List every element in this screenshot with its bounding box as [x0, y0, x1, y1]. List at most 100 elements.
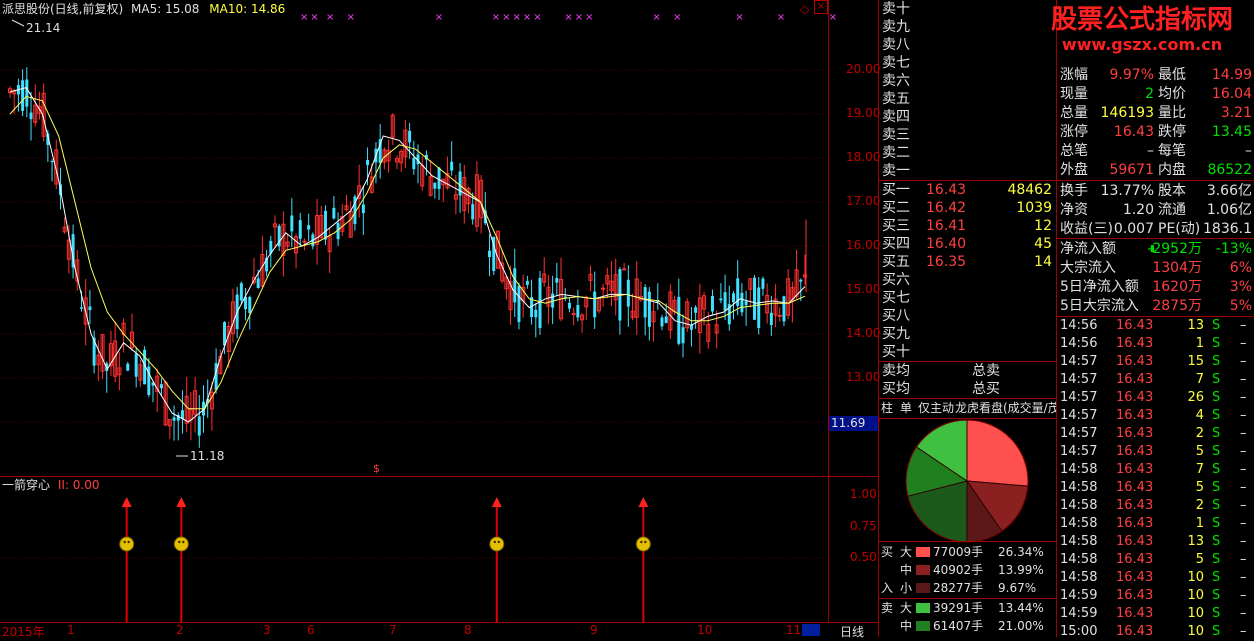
sell-level-label: 卖一 — [882, 163, 910, 179]
tick-price: 16.43 — [1116, 516, 1154, 531]
buy-level-row[interactable]: 买五 16.35 14 — [880, 253, 1056, 271]
candle-body — [517, 285, 521, 323]
coin-eye — [182, 540, 185, 544]
flow-label: 5日大宗流入 — [1060, 298, 1139, 314]
buy-level-row[interactable]: 买八 — [880, 307, 1056, 325]
period-label[interactable]: 日线 — [840, 623, 864, 640]
sell-level-row[interactable]: 卖七 — [880, 54, 1056, 72]
candle-body — [134, 353, 138, 377]
buy-level-price: 16.35 — [926, 254, 967, 270]
flow-percent: 5% — [1229, 298, 1252, 314]
legend-swatch — [916, 603, 930, 613]
sell-level-row[interactable]: 卖六 — [880, 72, 1056, 90]
tick-time: 14:58 — [1060, 534, 1098, 549]
total-sell-label: 总卖 — [972, 363, 1000, 379]
tick-row: 14:58 16.43 2 S – — [1058, 497, 1254, 515]
kline-panel[interactable]: 派思股份(日线,前复权) MA5: 15.08 MA10: 14.86 21.1… — [0, 0, 837, 476]
coin-face-icon — [489, 536, 505, 552]
date-label: 2 — [176, 623, 184, 637]
tick-dash: – — [1240, 624, 1247, 639]
tab-active-only[interactable]: 仅主动 — [918, 399, 954, 418]
candle-body — [88, 306, 92, 311]
candle-body — [694, 307, 698, 313]
sell-level-row[interactable]: 卖二 — [880, 144, 1056, 162]
buy-level-row[interactable]: 买九 — [880, 325, 1056, 343]
quote-label: 涨停 — [1060, 124, 1088, 140]
indicator-tick-2: 0.75 — [850, 519, 877, 533]
sell-level-row[interactable]: 卖三 — [880, 126, 1056, 144]
sell-level-label: 卖四 — [882, 109, 910, 125]
tick-row: 14:58 16.43 7 S – — [1058, 461, 1254, 479]
buy-level-row[interactable]: 买一 16.43 48462 — [880, 181, 1056, 199]
sell-level-row[interactable]: 卖五 — [880, 90, 1056, 108]
candle-body — [248, 296, 252, 313]
tick-dash: – — [1240, 498, 1247, 513]
tab-single[interactable]: 单 — [900, 399, 912, 418]
candle-body — [172, 417, 176, 421]
mag-markers: ×× × × × ××××× ××× × × × × × — [300, 12, 839, 23]
avg-sell-label: 卖均 — [882, 363, 910, 379]
tick-row: 14:57 16.43 15 S – — [1058, 353, 1254, 371]
price-tick: 19.00 — [846, 106, 881, 120]
tick-dash: – — [1240, 444, 1247, 459]
candle-body — [664, 316, 668, 324]
buy-level-row[interactable]: 买三 16.41 12 — [880, 217, 1056, 235]
tick-price: 16.43 — [1116, 390, 1154, 405]
sell-level-row[interactable]: 卖四 — [880, 108, 1056, 126]
scroll-handle[interactable] — [802, 624, 820, 636]
kline-chart[interactable] — [0, 0, 828, 476]
quote-label: 现量 — [1060, 86, 1088, 102]
tick-dash: – — [1240, 480, 1247, 495]
indicator-tick-1: 1.00 — [850, 487, 877, 501]
signal-arrow — [638, 497, 649, 507]
tick-time: 14:56 — [1060, 336, 1098, 351]
indicator-panel[interactable]: 一箭穿心 II: 0.00 — [0, 477, 828, 622]
buy-level-row[interactable]: 买七 — [880, 289, 1056, 307]
buy-level-row[interactable]: 买十 — [880, 343, 1056, 361]
signal-arrow — [121, 497, 132, 507]
buy-level-row[interactable]: 买四 16.40 45 — [880, 235, 1056, 253]
sell-level-label: 卖七 — [882, 55, 910, 71]
tick-row: 15:00 16.43 10 S – — [1058, 623, 1254, 641]
tick-side: S — [1212, 606, 1221, 621]
tick-side: S — [1212, 534, 1221, 549]
coin-eye — [644, 540, 647, 544]
buy-level-volume: 1039 — [1016, 200, 1052, 216]
buy-level-volume: 14 — [1034, 254, 1052, 270]
tab-dragon-tiger[interactable]: 龙虎看盘(成交量/茂 — [955, 399, 1056, 418]
tick-dash: – — [1240, 426, 1247, 441]
sell-level-label: 卖十 — [882, 1, 910, 17]
buy-level-label: 买六 — [882, 272, 910, 288]
pie-legend-row: 中 61407手 21.00% — [878, 617, 1056, 635]
candle-body — [471, 204, 475, 220]
tick-dash: – — [1240, 354, 1247, 369]
indicator-chart — [0, 497, 828, 622]
tick-time: 14:58 — [1060, 462, 1098, 477]
quote-row: 涨停 16.43 跌停 13.45 — [1058, 123, 1254, 141]
candle-body — [677, 296, 681, 344]
buy-level-row[interactable]: 买六 — [880, 271, 1056, 289]
tick-time: 14:58 — [1060, 570, 1098, 585]
flow-value: 2875万 — [1152, 298, 1202, 314]
tick-row: 14:58 16.43 10 S – — [1058, 569, 1254, 587]
diamond-icon[interactable]: ◇ — [800, 2, 809, 16]
candle-body — [710, 295, 714, 312]
candle-body — [567, 302, 571, 309]
tab-bar-chart[interactable]: 柱 — [881, 399, 893, 418]
pie-legend-row: 中 40902手 13.99% — [878, 561, 1056, 579]
candle-body — [302, 240, 307, 243]
sell-level-row[interactable]: 卖一 — [880, 162, 1056, 180]
avg-buy-label: 买均 — [882, 381, 910, 397]
candle-body — [488, 250, 492, 258]
buy-level-price: 16.40 — [926, 236, 967, 252]
date-label: 3 — [263, 623, 271, 637]
quote-label: 均价 — [1158, 86, 1186, 102]
watermark: 股票公式指标网 www.gszx.com.cn — [1030, 4, 1254, 54]
buy-level-row[interactable]: 买二 16.42 1039 — [880, 199, 1056, 217]
close-icon[interactable]: × — [814, 0, 828, 14]
price-axis: 20.00 19.00 18.00 17.00 16.00 15.00 14.00 13.00… — [828, 0, 881, 476]
candle-body — [681, 327, 685, 344]
current-price-tag: 11.69 — [829, 416, 879, 431]
quote-label: 每笔 — [1158, 143, 1186, 159]
candle-body — [25, 79, 29, 107]
